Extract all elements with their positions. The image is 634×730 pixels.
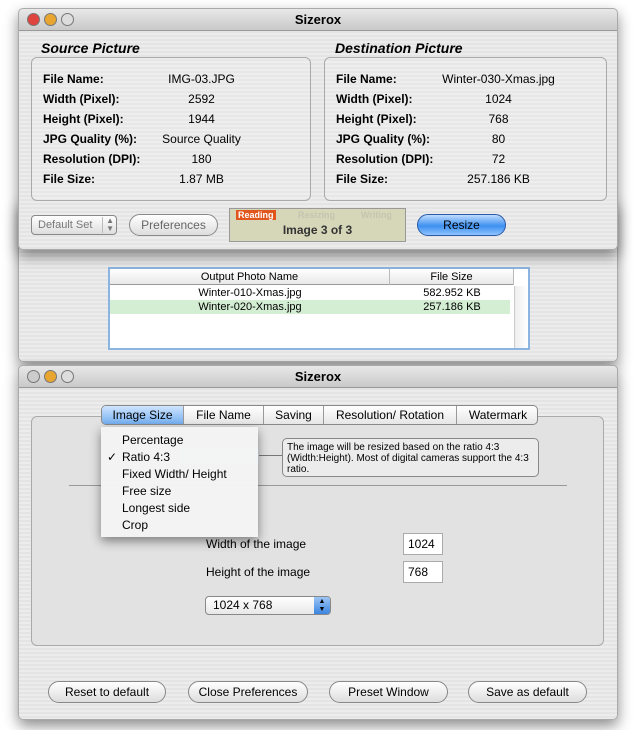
save-as-default-button[interactable]: Save as default (468, 681, 587, 703)
destination-field-label: File Size: (336, 172, 389, 186)
stage-reading: Reading (236, 210, 276, 220)
stepper-arrows-icon: ▲ ▼ (314, 597, 330, 614)
destination-field-label: Height (Pixel): (336, 112, 417, 126)
stage-resizing: Resizing (298, 210, 336, 220)
tab-file-name[interactable]: File Name (184, 406, 264, 424)
height-label: Height of the image (206, 565, 311, 579)
source-field-label: Height (Pixel): (43, 112, 124, 126)
preset-window-button[interactable]: Preset Window (329, 681, 448, 703)
source-field-label: File Size: (43, 172, 96, 186)
progress-panel: Reading Resizing Writing Image 3 of 3 (229, 208, 406, 242)
destination-field-value: Winter-030-Xmas.jpg (442, 72, 555, 86)
source-field-value: 1.87 MB (179, 172, 224, 186)
source-title: Source Picture (41, 40, 140, 56)
main-window: Sizerox Source Picture Destination Pictu… (18, 8, 618, 250)
destination-field-value: 1024 (485, 92, 512, 106)
destination-field-value: 768 (488, 112, 509, 126)
minimize-icon[interactable] (44, 370, 57, 383)
table-row[interactable]: Winter-020-Xmas.jpg 257.186 KB (110, 300, 510, 314)
tab-image-size[interactable]: Image Size (102, 406, 184, 424)
connector-line (259, 455, 282, 456)
destination-title: Destination Picture (335, 40, 463, 56)
source-field-label: File Name: (43, 72, 104, 86)
scrollbar[interactable] (514, 286, 528, 348)
checkmark-icon: ✓ (107, 450, 118, 464)
source-field-value: Source Quality (162, 132, 241, 146)
progress-status: Image 3 of 3 (282, 223, 353, 237)
destination-field-value: 72 (491, 152, 506, 166)
tab-resolution-rotation[interactable]: Resolution/ Rotation (324, 406, 457, 424)
menu-item[interactable]: ✓ Ratio 4:3 (101, 449, 258, 466)
source-field-value: IMG-03.JPG (168, 72, 235, 86)
output-list[interactable]: Output Photo Name File Size Winter-010-X… (108, 267, 530, 350)
size-select[interactable]: 1024 x 768 ▲ ▼ (205, 596, 331, 615)
reset-to-default-button[interactable]: Reset to default (48, 681, 166, 703)
height-input[interactable]: 768 (403, 561, 443, 583)
destination-field-value: 257.186 KB (467, 172, 530, 186)
tab-watermark[interactable]: Watermark (457, 406, 537, 424)
tab-saving[interactable]: Saving (264, 406, 324, 424)
title-bar: Sizerox (19, 9, 617, 31)
preset-select[interactable]: Default Set ▲ ▼ (31, 215, 117, 235)
stage-writing: Writing (361, 210, 392, 220)
zoom-icon[interactable] (61, 13, 74, 26)
stepper-arrows-icon: ▲ ▼ (102, 217, 114, 233)
source-field-label: Width (Pixel): (43, 92, 120, 106)
close-icon[interactable] (27, 13, 40, 26)
table-row[interactable]: Winter-010-Xmas.jpg 582.952 KB (110, 286, 510, 300)
minimize-icon[interactable] (44, 13, 57, 26)
resize-mode-menu: Percentage ✓ Ratio 4:3 Fixed Width/ Height F… (101, 427, 258, 537)
preferences-window: Sizerox Image Size File Name Saving Reso… (18, 365, 618, 720)
source-field-value: 1944 (188, 112, 215, 126)
zoom-icon[interactable] (61, 370, 74, 383)
source-field-value: 180 (191, 152, 212, 166)
destination-field-label: File Name: (336, 72, 397, 86)
menu-item[interactable]: Free size (101, 483, 258, 500)
info-box: The image will be resized based on the r… (282, 438, 539, 477)
close-preferences-button[interactable]: Close Preferences (188, 681, 308, 703)
column-header-name[interactable]: Output Photo Name (110, 269, 390, 285)
preferences-button[interactable]: Preferences (129, 214, 218, 236)
menu-item[interactable]: Percentage (101, 432, 258, 449)
menu-item[interactable]: Crop (101, 517, 258, 534)
column-header-size[interactable]: File Size (390, 269, 514, 285)
width-input[interactable]: 1024 (403, 533, 443, 555)
menu-item[interactable]: Longest side (101, 500, 258, 517)
resize-button[interactable]: Resize (417, 214, 506, 236)
source-field-value: 2592 (188, 92, 215, 106)
menu-item[interactable]: Fixed Width/ Height (101, 466, 258, 483)
destination-field-label: Width (Pixel): (336, 92, 413, 106)
close-icon[interactable] (27, 370, 40, 383)
width-label: Width of the image (206, 537, 307, 551)
destination-field-value: 80 (491, 132, 506, 146)
title-bar: Sizerox (19, 366, 617, 388)
tab-bar: Image Size File Name Saving Resolution/ … (101, 405, 538, 425)
